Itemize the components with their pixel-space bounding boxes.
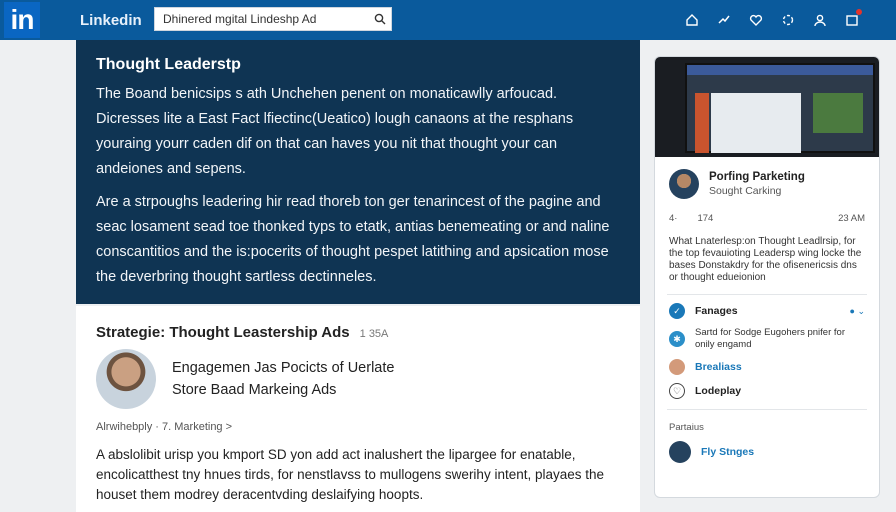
post-author: Engagemen Jas Pocicts of Uerlate Store B… bbox=[96, 349, 620, 409]
author-line-2: Store Baad Markeing Ads bbox=[172, 382, 337, 398]
stat-time: 23 AM bbox=[838, 213, 865, 224]
notifications-icon[interactable] bbox=[844, 8, 862, 32]
sidebar-item-fanages[interactable]: ✓ Fanages ● ⌄ bbox=[655, 295, 879, 319]
person-avatar-icon bbox=[669, 441, 691, 463]
stat-mid: 174 bbox=[697, 213, 714, 224]
person-avatar-icon bbox=[669, 359, 685, 375]
search-box[interactable] bbox=[154, 7, 392, 31]
jobs-icon[interactable] bbox=[780, 8, 796, 32]
article-title: Thought Leaderstp bbox=[96, 56, 241, 73]
sidebar-item-label: Fly Stnges bbox=[701, 446, 755, 458]
search-input[interactable] bbox=[163, 12, 369, 26]
post-meta[interactable]: Alrwihebply · 7. Marketing > bbox=[96, 421, 620, 433]
notification-badge bbox=[856, 9, 862, 15]
brand-name: Linkedin bbox=[80, 11, 142, 29]
profile-subtitle: Sought Carking bbox=[709, 185, 782, 197]
article-paragraph-2: Are a strpoughs leadering hir read thore… bbox=[96, 194, 610, 285]
section-label: Partaius bbox=[669, 422, 704, 433]
right-sidebar-card: Porfing Parketing Sought Carking 4· 174 … bbox=[654, 56, 880, 498]
sidebar-item-lodeplay[interactable]: ♡ Lodeplay bbox=[655, 375, 879, 399]
heart-icon: ♡ bbox=[669, 383, 685, 399]
stat-left: 4· bbox=[669, 213, 678, 224]
sidebar-item-label: Brealiass bbox=[695, 361, 742, 373]
thought-leadership-article: Thought Leaderstp The Boand benicsips s … bbox=[76, 40, 640, 304]
sidebar-item-label: Sartd for Sodge Eugohers pnifer for onil… bbox=[695, 327, 845, 350]
author-line-1: Engagemen Jas Pocicts of Uerlate bbox=[172, 360, 395, 376]
check-icon: ✓ bbox=[669, 303, 685, 319]
home-icon[interactable] bbox=[684, 8, 700, 32]
profile-avatar[interactable] bbox=[669, 169, 699, 199]
sidebar-profile[interactable]: Porfing Parketing Sought Carking bbox=[655, 157, 879, 199]
heart-icon[interactable] bbox=[748, 8, 764, 32]
profile-stats: 4· 174 23 AM bbox=[655, 199, 879, 224]
chevron-down-icon[interactable]: ● ⌄ bbox=[850, 306, 865, 317]
top-navigation-bar: in Linkedin bbox=[0, 0, 896, 40]
search-icon[interactable] bbox=[369, 8, 391, 30]
laptop-screen-image bbox=[685, 63, 875, 153]
post-title[interactable]: Strategie: Thought Leastership Ads bbox=[96, 324, 350, 341]
profile-name[interactable]: Porfing Parketing bbox=[709, 171, 805, 183]
sidebar-item-label: Fanages bbox=[695, 305, 738, 317]
profile-text: Porfing Parketing Sought Carking bbox=[709, 171, 805, 197]
sidebar-item-sarted[interactable]: ✱ Sartd for Sodge Eugohers pnifer for on… bbox=[655, 319, 879, 351]
left-gutter bbox=[0, 40, 76, 512]
profile-icon[interactable] bbox=[812, 8, 828, 32]
post-card[interactable]: Strategie: Thought Leastership Ads 1 35A… bbox=[76, 306, 640, 512]
sidebar-item-fly[interactable]: Fly Stnges bbox=[655, 433, 879, 463]
linkedin-logo[interactable]: in bbox=[4, 2, 40, 38]
article-paragraph-1: The Boand benicsips s ath Unchehen penen… bbox=[96, 86, 574, 177]
author-avatar[interactable] bbox=[96, 349, 156, 409]
sidebar-item-label: Lodeplay bbox=[695, 385, 742, 397]
post-count: 1 35A bbox=[359, 328, 389, 340]
sidebar-description: What Lnaterlesp:on Thought Leadlrsip, fo… bbox=[669, 236, 862, 283]
post-header: Strategie: Thought Leastership Ads 1 35A bbox=[96, 324, 620, 341]
sidebar-item-brealiass[interactable]: Brealiass bbox=[655, 351, 879, 375]
post-body: A abslolibit urisp you kmport SD yon add… bbox=[96, 447, 605, 502]
video-thumbnail[interactable] bbox=[655, 57, 879, 157]
author-info: Engagemen Jas Pocicts of Uerlate Store B… bbox=[172, 357, 394, 401]
network-icon[interactable] bbox=[716, 8, 732, 32]
nav-icons bbox=[684, 8, 862, 32]
globe-icon: ✱ bbox=[669, 331, 685, 347]
